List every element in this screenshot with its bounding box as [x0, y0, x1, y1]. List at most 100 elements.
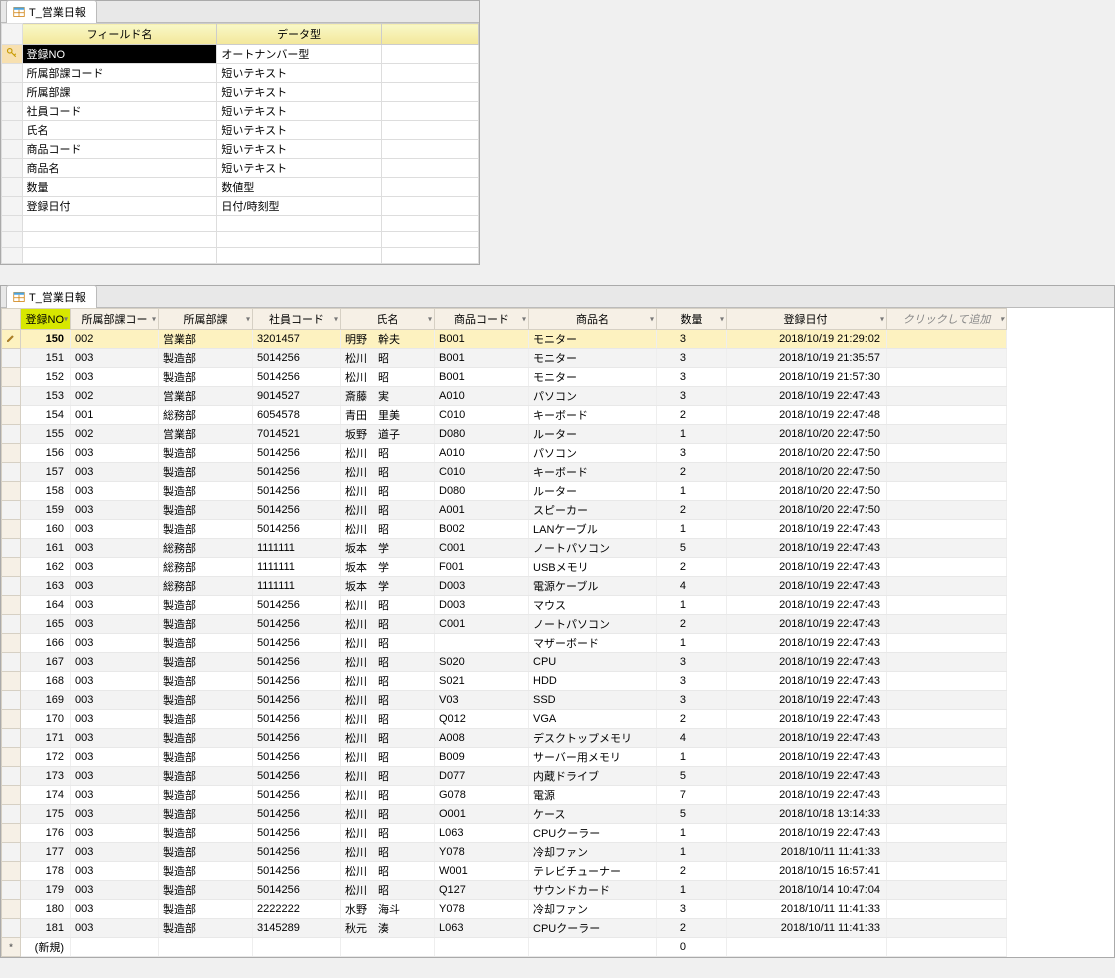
- cell-emp-code[interactable]: 5014256: [253, 710, 341, 729]
- cell-reg-date[interactable]: 2018/10/19 22:47:43: [727, 729, 887, 748]
- cell-add[interactable]: [887, 729, 1007, 748]
- cell-add[interactable]: [887, 577, 1007, 596]
- cell-prod-name[interactable]: ルーター: [529, 482, 657, 501]
- cell-dept-code[interactable]: 001: [71, 406, 159, 425]
- cell-prod-code[interactable]: V03: [435, 691, 529, 710]
- row-selector[interactable]: [2, 64, 23, 83]
- cell-prod-name[interactable]: LANケーブル: [529, 520, 657, 539]
- cell-emp-code[interactable]: 5014256: [253, 444, 341, 463]
- row-selector[interactable]: [2, 615, 21, 634]
- cell-prod-code[interactable]: B001: [435, 330, 529, 349]
- row-selector[interactable]: [2, 368, 21, 387]
- cell-dept-code[interactable]: 003: [71, 520, 159, 539]
- cell-add[interactable]: [887, 520, 1007, 539]
- field-row[interactable]: 社員コード短いテキスト: [2, 102, 479, 121]
- cell-dept-code[interactable]: 003: [71, 558, 159, 577]
- field-name-cell[interactable]: 数量: [22, 178, 217, 197]
- row-selector[interactable]: [2, 843, 21, 862]
- cell-dept[interactable]: 総務部: [159, 406, 253, 425]
- cell-emp-code[interactable]: 5014256: [253, 862, 341, 881]
- cell-prod-code[interactable]: B001: [435, 368, 529, 387]
- dropdown-icon[interactable]: ▾: [334, 315, 338, 324]
- data-row[interactable]: 172003製造部5014256松川 昭B009サーバー用メモリ12018/10…: [2, 748, 1007, 767]
- cell-dept[interactable]: 製造部: [159, 634, 253, 653]
- field-row[interactable]: 商品名短いテキスト: [2, 159, 479, 178]
- row-selector[interactable]: [2, 45, 23, 64]
- row-selector[interactable]: [2, 539, 21, 558]
- cell-reg-no[interactable]: 164: [21, 596, 71, 615]
- row-selector[interactable]: [2, 216, 23, 232]
- cell-prod-code[interactable]: A001: [435, 501, 529, 520]
- data-row[interactable]: 156003製造部5014256松川 昭A010パソコン32018/10/20 …: [2, 444, 1007, 463]
- row-selector[interactable]: [2, 672, 21, 691]
- field-row-empty[interactable]: [2, 232, 479, 248]
- cell-dept[interactable]: 製造部: [159, 900, 253, 919]
- row-selector[interactable]: [2, 501, 21, 520]
- cell-dept[interactable]: 製造部: [159, 596, 253, 615]
- description-cell[interactable]: [381, 64, 478, 83]
- cell-dept-code[interactable]: 003: [71, 672, 159, 691]
- cell-prod-name[interactable]: マウス: [529, 596, 657, 615]
- cell-prod-code[interactable]: D080: [435, 425, 529, 444]
- cell-name[interactable]: 松川 昭: [341, 691, 435, 710]
- row-selector[interactable]: [2, 710, 21, 729]
- cell-prod-code[interactable]: L063: [435, 824, 529, 843]
- cell-qty[interactable]: 1: [657, 596, 727, 615]
- cell-name[interactable]: 松川 昭: [341, 596, 435, 615]
- cell-emp-code[interactable]: 5014256: [253, 672, 341, 691]
- cell-add[interactable]: [887, 843, 1007, 862]
- cell-name[interactable]: 松川 昭: [341, 805, 435, 824]
- cell-prod-name[interactable]: デスクトップメモリ: [529, 729, 657, 748]
- cell-name[interactable]: 松川 昭: [341, 710, 435, 729]
- cell-emp-code[interactable]: 5014256: [253, 596, 341, 615]
- data-type-cell[interactable]: 数値型: [217, 178, 381, 197]
- data-row[interactable]: 180003製造部2222222水野 海斗Y078冷却ファン32018/10/1…: [2, 900, 1007, 919]
- cell-emp-code[interactable]: 1111111: [253, 558, 341, 577]
- cell-add[interactable]: [887, 387, 1007, 406]
- field-row-empty[interactable]: [2, 248, 479, 264]
- cell-add[interactable]: [887, 862, 1007, 881]
- cell-prod-code[interactable]: L063: [435, 919, 529, 938]
- cell-add[interactable]: [887, 634, 1007, 653]
- data-row[interactable]: 150002営業部3201457明野 幹夫B001モニター32018/10/19…: [2, 330, 1007, 349]
- cell-reg-no[interactable]: 175: [21, 805, 71, 824]
- data-row[interactable]: 171003製造部5014256松川 昭A008デスクトップメモリ42018/1…: [2, 729, 1007, 748]
- header-name[interactable]: 氏名▾: [341, 309, 435, 330]
- cell-emp-code[interactable]: 6054578: [253, 406, 341, 425]
- cell-name[interactable]: 斎藤 実: [341, 387, 435, 406]
- cell-dept[interactable]: 営業部: [159, 387, 253, 406]
- cell-qty[interactable]: 3: [657, 368, 727, 387]
- cell-emp-code[interactable]: 5014256: [253, 368, 341, 387]
- cell-qty[interactable]: 4: [657, 577, 727, 596]
- field-name-cell[interactable]: 所属部課: [22, 83, 217, 102]
- cell-reg-date[interactable]: 2018/10/19 21:29:02: [727, 330, 887, 349]
- field-name-cell[interactable]: 商品コード: [22, 140, 217, 159]
- cell-prod-code[interactable]: B009: [435, 748, 529, 767]
- cell-emp-code[interactable]: 5014256: [253, 786, 341, 805]
- cell-reg-no[interactable]: 169: [21, 691, 71, 710]
- data-row[interactable]: 168003製造部5014256松川 昭S021HDD32018/10/19 2…: [2, 672, 1007, 691]
- cell-dept[interactable]: 総務部: [159, 539, 253, 558]
- cell-add[interactable]: [887, 710, 1007, 729]
- cell-emp-code[interactable]: 5014256: [253, 615, 341, 634]
- cell-add[interactable]: [887, 748, 1007, 767]
- cell-qty[interactable]: 1: [657, 482, 727, 501]
- cell-dept[interactable]: 製造部: [159, 805, 253, 824]
- cell-add[interactable]: [887, 330, 1007, 349]
- cell-reg-date[interactable]: 2018/10/19 22:47:43: [727, 653, 887, 672]
- cell-qty[interactable]: 3: [657, 349, 727, 368]
- cell-name[interactable]: 松川 昭: [341, 824, 435, 843]
- cell-reg-date[interactable]: 2018/10/20 22:47:50: [727, 501, 887, 520]
- cell-dept[interactable]: 総務部: [159, 577, 253, 596]
- cell-reg-no[interactable]: 179: [21, 881, 71, 900]
- dropdown-icon[interactable]: ▾: [152, 315, 156, 324]
- cell-add[interactable]: [887, 672, 1007, 691]
- cell-prod-code[interactable]: W001: [435, 862, 529, 881]
- cell-name[interactable]: 松川 昭: [341, 786, 435, 805]
- cell-dept-code[interactable]: 003: [71, 691, 159, 710]
- data-row[interactable]: 154001総務部6054578青田 里美C010キーボード22018/10/1…: [2, 406, 1007, 425]
- cell-dept[interactable]: 製造部: [159, 710, 253, 729]
- header-data-type[interactable]: データ型: [217, 24, 381, 45]
- cell-dept-code[interactable]: 003: [71, 843, 159, 862]
- cell-name[interactable]: 坂野 道子: [341, 425, 435, 444]
